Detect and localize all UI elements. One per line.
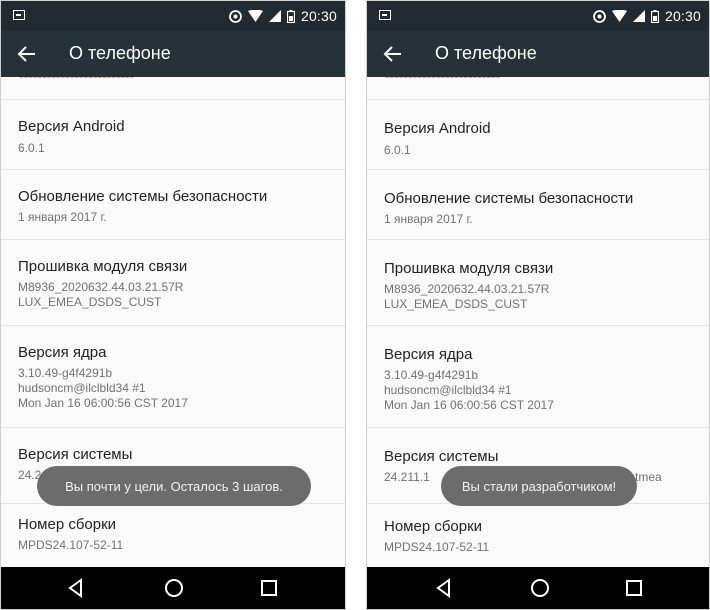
back-arrow-icon[interactable] [383, 44, 403, 64]
app-bar: О телефоне [367, 31, 709, 77]
list-item-android-version[interactable]: Версия Android 6.0.1 [1, 99, 345, 170]
list-item-baseband[interactable]: Прошивка модуля связи M8936_2020632.44.0… [367, 239, 709, 326]
list-item-android-version[interactable]: Версия Android 6.0.1 [367, 99, 709, 170]
item-value: 24.211.1 [384, 470, 430, 484]
status-time: 20:30 [300, 8, 337, 24]
phone-screen-left: 20:30 О телефоне ▪▪▪▪▪▪▪▪▪▪▪▪▪▪▪▪▪▪▪▪▪▪▪… [0, 0, 346, 610]
status-bar: 20:30 [1, 1, 345, 31]
status-bar: 20:30 [367, 1, 709, 31]
back-triangle-icon[interactable] [433, 577, 455, 599]
page-title: О телефоне [435, 43, 537, 63]
item-value: Mon Jan 16 06:00:56 CST 2017 [18, 396, 188, 410]
alarm-icon [593, 9, 606, 23]
scrolled-item-remnant: ▪▪▪▪▪▪▪▪▪▪▪▪▪▪▪▪▪▪▪▪▪▪▪▪▪ [385, 77, 500, 83]
item-value: hudsoncm@ilclbld34 #1 [384, 383, 512, 397]
item-value: M8936_2020632.44.03.21.57R [18, 280, 184, 294]
signal-icon [632, 10, 645, 22]
item-title: Версия Android [18, 118, 125, 135]
notification-icon [379, 10, 391, 20]
navigation-bar [1, 567, 345, 609]
item-title: Прошивка модуля связи [18, 258, 188, 275]
toast-text: Вы почти у цели. Осталось 3 шагов. [65, 478, 283, 494]
item-value: M8936_2020632.44.03.21.57R [384, 282, 550, 296]
alarm-icon [229, 9, 242, 23]
page-title: О телефоне [69, 43, 171, 63]
notification-icon [13, 10, 25, 20]
item-title: Версия ядра [384, 346, 473, 363]
item-value: LUX_EMEA_DSDS_CUST [384, 297, 528, 311]
item-value: 6.0.1 [18, 141, 45, 155]
list-item-kernel[interactable]: Версия ядра 3.10.49-g4f4291b hudsoncm@il… [1, 325, 345, 428]
home-circle-icon[interactable] [529, 577, 551, 599]
item-title: Версия Android [384, 120, 491, 137]
toast-message: Вы почти у цели. Осталось 3 шагов. [37, 466, 311, 506]
item-value: 6.0.1 [384, 143, 411, 157]
item-title: Обновление системы безопасности [384, 190, 634, 207]
item-value: 1 января 2017 г. [18, 210, 107, 224]
battery-icon [650, 9, 659, 23]
navigation-bar [367, 567, 709, 609]
item-title: Прошивка модуля связи [384, 260, 554, 277]
home-circle-icon[interactable] [163, 577, 185, 599]
toast-message: Вы стали разработчиком! [441, 466, 637, 506]
wifi-icon [611, 10, 627, 22]
item-value: MPDS24.107-52-11 [18, 538, 124, 552]
item-value: MPDS24.107-52-11 [384, 540, 490, 554]
list-item-kernel[interactable]: Версия ядра 3.10.49-g4f4291b hudsoncm@il… [367, 325, 709, 428]
wifi-icon [247, 10, 263, 22]
item-value: 1 января 2017 г. [384, 212, 473, 226]
status-time: 20:30 [664, 8, 701, 24]
item-title: Версия системы [18, 446, 133, 463]
list-item-build-number[interactable]: Номер сборки MPDS24.107-52-11 [1, 503, 345, 567]
item-title: Обновление системы безопасности [18, 188, 268, 205]
phone-screen-right: 20:30 О телефоне ▪▪▪▪▪▪▪▪▪▪▪▪▪▪▪▪▪▪▪▪▪▪▪… [366, 0, 710, 610]
battery-icon [286, 9, 295, 23]
app-bar: О телефоне [1, 31, 345, 77]
recents-square-icon[interactable] [623, 577, 645, 599]
list-item-baseband[interactable]: Прошивка модуля связи M8936_2020632.44.0… [1, 239, 345, 326]
item-title: Версия системы [384, 448, 499, 465]
list-item-security-update[interactable]: Обновление системы безопасности 1 января… [367, 169, 709, 240]
item-value: Mon Jan 16 06:00:56 CST 2017 [384, 398, 554, 412]
list-item-security-update[interactable]: Обновление системы безопасности 1 января… [1, 169, 345, 240]
signal-icon [268, 10, 281, 22]
back-arrow-icon[interactable] [17, 44, 37, 64]
item-value: LUX_EMEA_DSDS_CUST [18, 295, 162, 309]
list-item-build-number[interactable]: Номер сборки MPDS24.107-52-11 [367, 503, 709, 567]
item-value: hudsoncm@ilclbld34 #1 [18, 381, 146, 395]
item-title: Версия ядра [18, 344, 107, 361]
toast-text: Вы стали разработчиком! [461, 478, 617, 494]
item-value: tmea [635, 470, 662, 484]
recents-square-icon[interactable] [258, 577, 280, 599]
item-title: Номер сборки [384, 518, 483, 535]
item-value: 3.10.49-g4f4291b [18, 366, 113, 380]
back-triangle-icon[interactable] [65, 577, 87, 599]
item-value: 3.10.49-g4f4291b [384, 368, 479, 382]
item-title: Номер сборки [18, 516, 117, 533]
scrolled-item-remnant: ▪▪▪▪▪▪▪▪▪▪▪▪▪▪▪▪▪▪▪▪▪▪▪▪▪ [19, 77, 134, 83]
